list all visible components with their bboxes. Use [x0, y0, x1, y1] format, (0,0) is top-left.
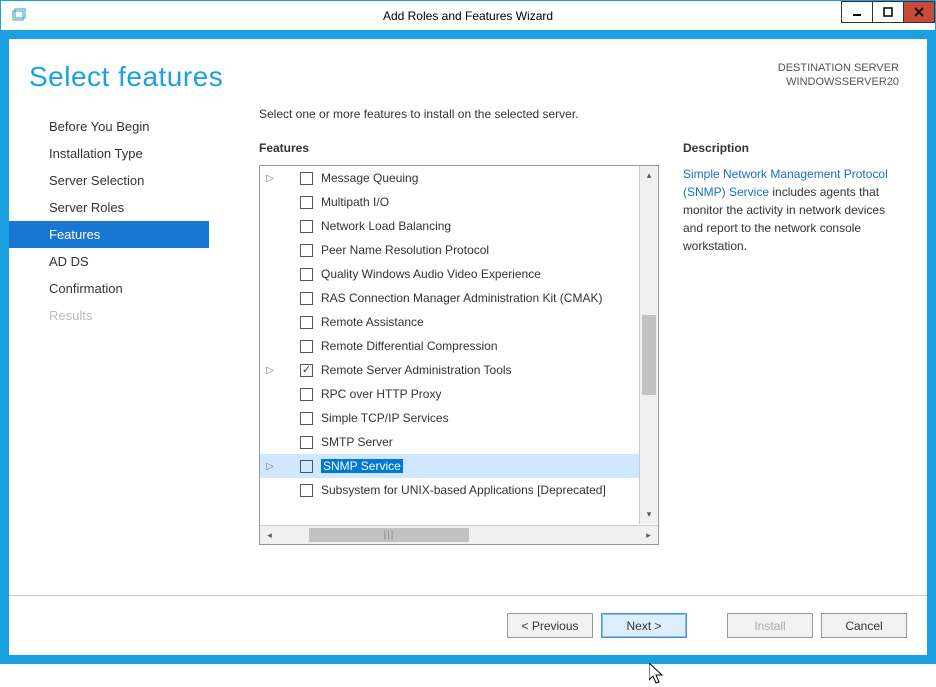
content-frame: Select features DESTINATION SERVER WINDO… — [1, 31, 935, 663]
feature-label: SNMP Service — [321, 459, 403, 473]
features-listbox: ▷ Message Queuing Multipath I/O Network Loa… — [259, 165, 659, 545]
next-button[interactable]: Next > — [601, 613, 687, 638]
feature-checkbox[interactable] — [300, 460, 313, 473]
mouse-cursor-icon — [649, 663, 667, 687]
feature-checkbox[interactable] — [300, 196, 313, 209]
feature-label: Peer Name Resolution Protocol — [321, 243, 489, 257]
window-title: Add Roles and Features Wizard — [1, 9, 935, 23]
scroll-track[interactable] — [640, 185, 658, 505]
feature-label: Remote Differential Compression — [321, 339, 498, 353]
hscroll-thumb[interactable]: ||| — [309, 528, 469, 542]
feature-checkbox[interactable] — [300, 292, 313, 305]
feature-label: Remote Assistance — [321, 315, 424, 329]
scroll-left-icon[interactable]: ◂ — [260, 526, 279, 544]
step-server-roles[interactable]: Server Roles — [9, 194, 209, 221]
vertical-scrollbar[interactable]: ▴ ▾ — [639, 166, 658, 524]
feature-row[interactable]: Network Load Balancing — [260, 214, 658, 238]
feature-row[interactable]: RAS Connection Manager Administration Ki… — [260, 286, 658, 310]
feature-checkbox[interactable] — [300, 316, 313, 329]
feature-label: RPC over HTTP Proxy — [321, 387, 441, 401]
feature-row[interactable]: RPC over HTTP Proxy — [260, 382, 658, 406]
step-results: Results — [9, 302, 209, 329]
scroll-up-icon[interactable]: ▴ — [640, 166, 658, 185]
feature-row[interactable]: ▷ Message Queuing — [260, 166, 658, 190]
scroll-thumb[interactable] — [642, 315, 656, 395]
scroll-right-icon[interactable]: ▸ — [639, 526, 658, 544]
description-heading: Description — [683, 141, 899, 155]
step-features[interactable]: Features — [9, 221, 209, 248]
feature-label: Multipath I/O — [321, 195, 389, 209]
feature-checkbox[interactable] — [300, 364, 313, 377]
expand-icon[interactable]: ▷ — [260, 173, 280, 184]
feature-checkbox[interactable] — [300, 484, 313, 497]
features-column: Features ▷ Message Queuing Multipath I/O Ne… — [259, 141, 659, 595]
step-ad-ds[interactable]: AD DS — [9, 248, 209, 275]
body: Before You Begin Installation Type Serve… — [9, 93, 927, 595]
step-confirmation[interactable]: Confirmation — [9, 275, 209, 302]
window-controls — [842, 1, 935, 23]
scroll-grip-icon: ||| — [384, 530, 395, 541]
feature-checkbox[interactable] — [300, 268, 313, 281]
feature-row[interactable]: Simple TCP/IP Services — [260, 406, 658, 430]
feature-checkbox[interactable] — [300, 172, 313, 185]
close-button[interactable] — [903, 1, 935, 23]
feature-row[interactable]: ▷ Remote Server Administration Tools — [260, 358, 658, 382]
feature-label: SMTP Server — [321, 435, 393, 449]
feature-row[interactable]: Subsystem for UNIX-based Applications [D… — [260, 478, 658, 502]
feature-checkbox[interactable] — [300, 412, 313, 425]
feature-row[interactable]: SMTP Server — [260, 430, 658, 454]
feature-label: Quality Windows Audio Video Experience — [321, 267, 541, 281]
feature-checkbox[interactable] — [300, 340, 313, 353]
feature-label: Simple TCP/IP Services — [321, 411, 449, 425]
cancel-button[interactable]: Cancel — [821, 613, 907, 638]
description-text: Simple Network Management Protocol (SNMP… — [683, 165, 899, 255]
destination-block: DESTINATION SERVER WINDOWSSERVER20 — [778, 61, 899, 90]
feature-row[interactable]: Remote Assistance — [260, 310, 658, 334]
feature-label: Network Load Balancing — [321, 219, 451, 233]
feature-label: Subsystem for UNIX-based Applications [D… — [321, 483, 606, 497]
wizard-steps: Before You Begin Installation Type Serve… — [9, 107, 209, 595]
titlebar: Add Roles and Features Wizard — [1, 1, 935, 31]
maximize-button[interactable] — [872, 1, 904, 23]
feature-row[interactable]: Remote Differential Compression — [260, 334, 658, 358]
instruction-text: Select one or more features to install o… — [259, 107, 899, 121]
destination-label: DESTINATION SERVER — [778, 61, 899, 75]
hscroll-track[interactable]: ||| — [279, 526, 639, 544]
app-icon — [7, 4, 31, 28]
feature-row[interactable]: Peer Name Resolution Protocol — [260, 238, 658, 262]
page-title: Select features — [29, 61, 223, 93]
install-button: Install — [727, 613, 813, 638]
step-installation-type[interactable]: Installation Type — [9, 140, 209, 167]
destination-server: WINDOWSSERVER20 — [778, 75, 899, 89]
minimize-button[interactable] — [841, 1, 873, 23]
feature-checkbox[interactable] — [300, 388, 313, 401]
horizontal-scrollbar[interactable]: ◂ ||| ▸ — [260, 525, 658, 544]
wizard-window: Add Roles and Features Wizard Select fea… — [0, 0, 936, 664]
feature-checkbox[interactable] — [300, 436, 313, 449]
scroll-down-icon[interactable]: ▾ — [640, 505, 658, 524]
main-column: Select one or more features to install o… — [209, 107, 899, 595]
features-heading: Features — [259, 141, 659, 155]
feature-label: Remote Server Administration Tools — [321, 363, 512, 377]
feature-row[interactable]: ▷ SNMP Service — [260, 454, 658, 478]
previous-button[interactable]: < Previous — [507, 613, 593, 638]
header-row: Select features DESTINATION SERVER WINDO… — [9, 39, 927, 93]
feature-row[interactable]: Quality Windows Audio Video Experience — [260, 262, 658, 286]
feature-checkbox[interactable] — [300, 244, 313, 257]
step-before-you-begin[interactable]: Before You Begin — [9, 113, 209, 140]
expand-icon[interactable]: ▷ — [260, 365, 280, 376]
footer: < Previous Next > Install Cancel — [9, 595, 927, 655]
columns: Features ▷ Message Queuing Multipath I/O Ne… — [259, 141, 899, 595]
features-list[interactable]: ▷ Message Queuing Multipath I/O Network Loa… — [260, 166, 658, 525]
feature-label: RAS Connection Manager Administration Ki… — [321, 291, 602, 305]
description-column: Description Simple Network Management Pr… — [683, 141, 899, 595]
feature-row[interactable]: Multipath I/O — [260, 190, 658, 214]
step-server-selection[interactable]: Server Selection — [9, 167, 209, 194]
feature-label: Message Queuing — [321, 171, 418, 185]
feature-checkbox[interactable] — [300, 220, 313, 233]
expand-icon[interactable]: ▷ — [260, 461, 280, 472]
